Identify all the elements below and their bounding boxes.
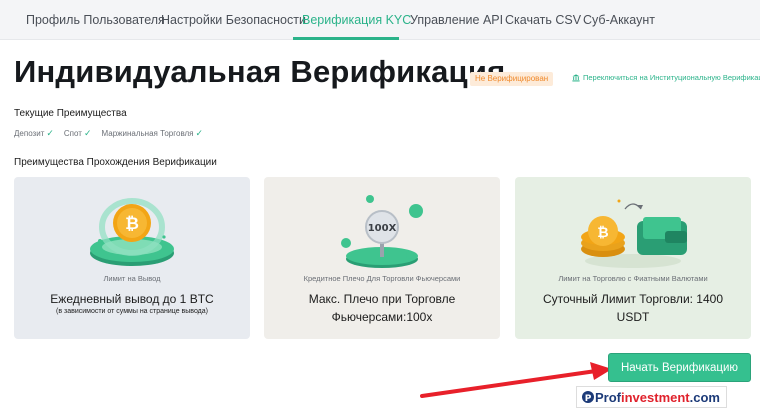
- card-main-text: Ежедневный вывод до 1 BTC: [50, 292, 214, 306]
- institutional-verification-link[interactable]: Переключиться на Институциональную Вериф…: [572, 73, 760, 82]
- benefit-item: Депозит ✓: [14, 128, 54, 139]
- top-nav: Профиль Пользователя Настройки Безопасно…: [0, 0, 760, 40]
- tab-kyc[interactable]: Верификация KYC: [302, 0, 411, 40]
- card-caption: Лимит на Вывод: [103, 274, 161, 283]
- wallet-icon: ₿: [581, 199, 687, 268]
- benefit-label: Спот: [63, 129, 82, 138]
- leverage-badge-icon: 100X: [341, 195, 423, 268]
- card-main-text: Суточный Лимит Торговли: 1400 USDT: [542, 292, 724, 324]
- card-caption: Кредитное Плечо Для Торговли Фьючерсами: [303, 274, 461, 283]
- check-icon: ✓: [83, 128, 92, 138]
- tab-profile[interactable]: Профиль Пользователя: [26, 0, 165, 40]
- institutional-link-label: Переключиться на Институциональную Вериф…: [583, 73, 760, 82]
- benefit-card-withdrawal: ₿ Лимит на Вывод Ежедневный вывод до 1 B…: [14, 177, 250, 339]
- svg-text:₿: ₿: [125, 214, 139, 234]
- profinvestment-logo-icon: P: [582, 391, 594, 404]
- watermark-part1: Prof: [595, 389, 621, 405]
- bank-icon: [572, 73, 580, 81]
- tab-security[interactable]: Настройки Безопасности: [161, 0, 306, 40]
- start-verification-button[interactable]: Начать Верификацию: [608, 353, 751, 382]
- benefit-card-fiat: ₿ Лимит на Торговлю с Фиатными Валютами …: [515, 177, 751, 339]
- benefit-item: Спот ✓: [64, 128, 92, 139]
- current-benefits-list: Депозит ✓ Спот ✓ Маржинальная Торговля ✓: [14, 128, 213, 139]
- svg-text:₿: ₿: [597, 225, 608, 241]
- watermark-part2: investment: [621, 389, 690, 405]
- benefit-card-leverage: 100X Кредитное Плечо Для Торговли Фьючер…: [264, 177, 500, 339]
- verification-benefits-label: Преимущества Прохождения Верификации: [14, 157, 217, 168]
- tab-subaccount[interactable]: Суб-Аккаунт: [583, 0, 655, 40]
- card-caption: Лимит на Торговлю с Фиатными Валютами: [558, 274, 708, 283]
- benefit-label: Маржинальная Торговля: [101, 129, 194, 138]
- active-tab-indicator: [293, 37, 399, 40]
- svg-text:P: P: [585, 394, 592, 404]
- card-main-text: Макс. Плечо при Торговле Фьючерсами:100x: [308, 292, 456, 324]
- tab-api[interactable]: Управление API: [410, 0, 503, 40]
- leverage-badge-text: 100X: [368, 223, 397, 234]
- tab-csv[interactable]: Скачать CSV: [505, 0, 581, 40]
- check-icon: ✓: [195, 128, 204, 138]
- watermark-part3: .com: [689, 389, 720, 405]
- benefit-label: Депозит: [14, 129, 45, 138]
- watermark-logo: P Prof investment .com: [576, 386, 727, 408]
- current-benefits-label: Текущие Преимущества: [14, 108, 127, 119]
- check-icon: ✓: [46, 128, 54, 138]
- bitcoin-coin-icon: ₿: [90, 198, 174, 266]
- benefit-item: Маржинальная Торговля ✓: [102, 128, 204, 139]
- status-badge: Не Верифицирован: [470, 72, 554, 86]
- page-title: Индивидуальная Верификация: [14, 54, 506, 89]
- card-sub-text: (в зависимости от суммы на странице выво…: [56, 308, 208, 315]
